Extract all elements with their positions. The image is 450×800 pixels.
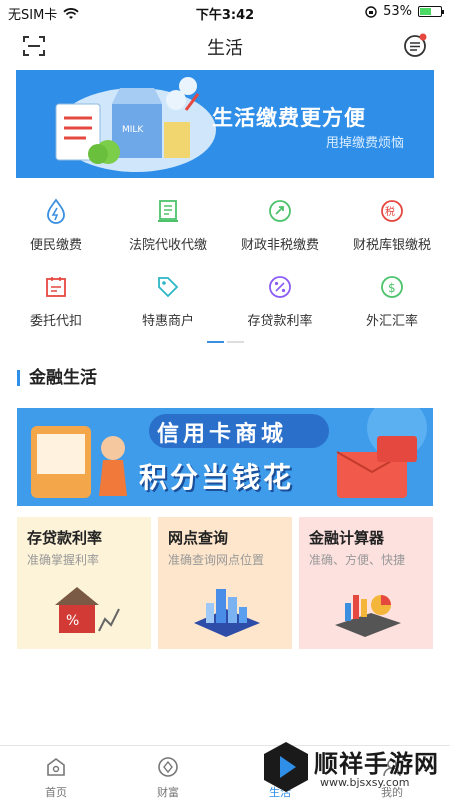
service-label: 财税库银缴税 [352,238,431,253]
service-court-collection[interactable]: 法院代收代缴 [112,198,224,253]
carton-label: MILK [122,125,144,135]
banner-subtitle: 甩掉缴费烦恼 [325,136,404,151]
court-document-icon [158,200,178,222]
watermark-url: www.bjsxsy.com [320,776,410,789]
tab-wealth[interactable]: 财富 [133,756,203,800]
card-subtitle: 准确、方便、快捷 [309,553,406,567]
battery-icon [418,6,444,17]
service-entrusted-deduction[interactable]: 委托代扣 [0,274,112,329]
service-label: 法院代收代缴 [128,238,207,253]
card-title: 存贷款利率 [27,529,103,547]
discount-tag-icon [158,277,179,298]
service-label: 外汇汇率 [365,314,418,329]
battery-level [420,8,431,15]
promo-slogan: 积分当钱花 [139,461,295,494]
card-subtitle: 准确掌握利率 [27,553,100,567]
service-interest-rates[interactable]: 存贷款利率 [224,274,336,329]
status-bar: 无SIM卡 下午3:42 53% [0,0,450,24]
page-dot [227,341,244,343]
water-drop-icon [47,198,65,224]
card-title: 网点查询 [168,529,229,547]
service-label: 财政非税缴费 [240,238,319,253]
life-payment-banner[interactable]: MILK 生活缴费更方便 甩掉缴费烦恼 [16,70,434,178]
service-label: 委托代扣 [29,314,82,329]
city-map-icon [194,589,260,637]
card-finance-calculator[interactable]: 金融计算器 准确、方便、快捷 [299,517,433,649]
page-title: 生活 [207,38,243,59]
service-label: 存贷款利率 [247,314,313,329]
svg-text:$: $ [388,281,396,295]
percent-icon [269,276,291,298]
home-icon [47,758,65,776]
page-dot-active [207,341,224,343]
card-branch-locator[interactable]: 网点查询 准确查询网点位置 [158,517,292,649]
calculator-chart-icon [335,595,401,637]
page-indicator [207,341,244,343]
card-subtitle: 准确查询网点位置 [168,553,265,567]
service-tax-payment[interactable]: 税 财税库银缴税 [336,198,448,253]
nav-bar: 生活 [0,24,450,68]
service-discount-merchants[interactable]: 特惠商户 [112,274,224,329]
banner-title: 生活缴费更方便 [212,106,366,130]
credit-card-mall-banner[interactable]: 信用卡商城 积分当钱花 [17,408,433,506]
message-icon[interactable] [404,33,428,57]
tab-label: 财富 [157,786,179,799]
tax-icon: 税 [381,200,403,222]
banner-illustration: MILK [55,77,216,172]
finance-coin-icon [269,200,291,222]
svg-text:%: % [66,613,79,629]
watermark-name: 顺祥手游网 [314,750,439,778]
dollar-icon: $ [381,276,403,298]
service-nontax-payment[interactable]: 财政非税缴费 [224,198,336,253]
svg-text:税: 税 [385,205,395,218]
promo-headline: 信用卡商城 [157,422,288,447]
rotation-lock-icon [365,5,377,18]
watermark-logo-icon [264,742,308,792]
wealth-icon [158,757,178,777]
entrust-card-icon [46,277,66,297]
tab-home[interactable]: 首页 [21,756,91,800]
service-label: 便民缴费 [29,238,82,253]
house-percent-icon: % [55,587,120,633]
site-watermark: 顺祥手游网 www.bjsxsy.com [258,738,448,798]
service-label: 特惠商户 [141,314,194,329]
section-title: 金融生活 [17,370,97,387]
service-convenience-payment[interactable]: 便民缴费 [0,198,112,253]
card-interest-rates[interactable]: 存贷款利率 准确掌握利率 % [17,517,151,649]
card-title: 金融计算器 [309,529,385,547]
tab-label: 首页 [45,786,67,799]
service-exchange-rates[interactable]: $ 外汇汇率 [336,274,448,329]
battery-percent: 53% [383,4,412,19]
